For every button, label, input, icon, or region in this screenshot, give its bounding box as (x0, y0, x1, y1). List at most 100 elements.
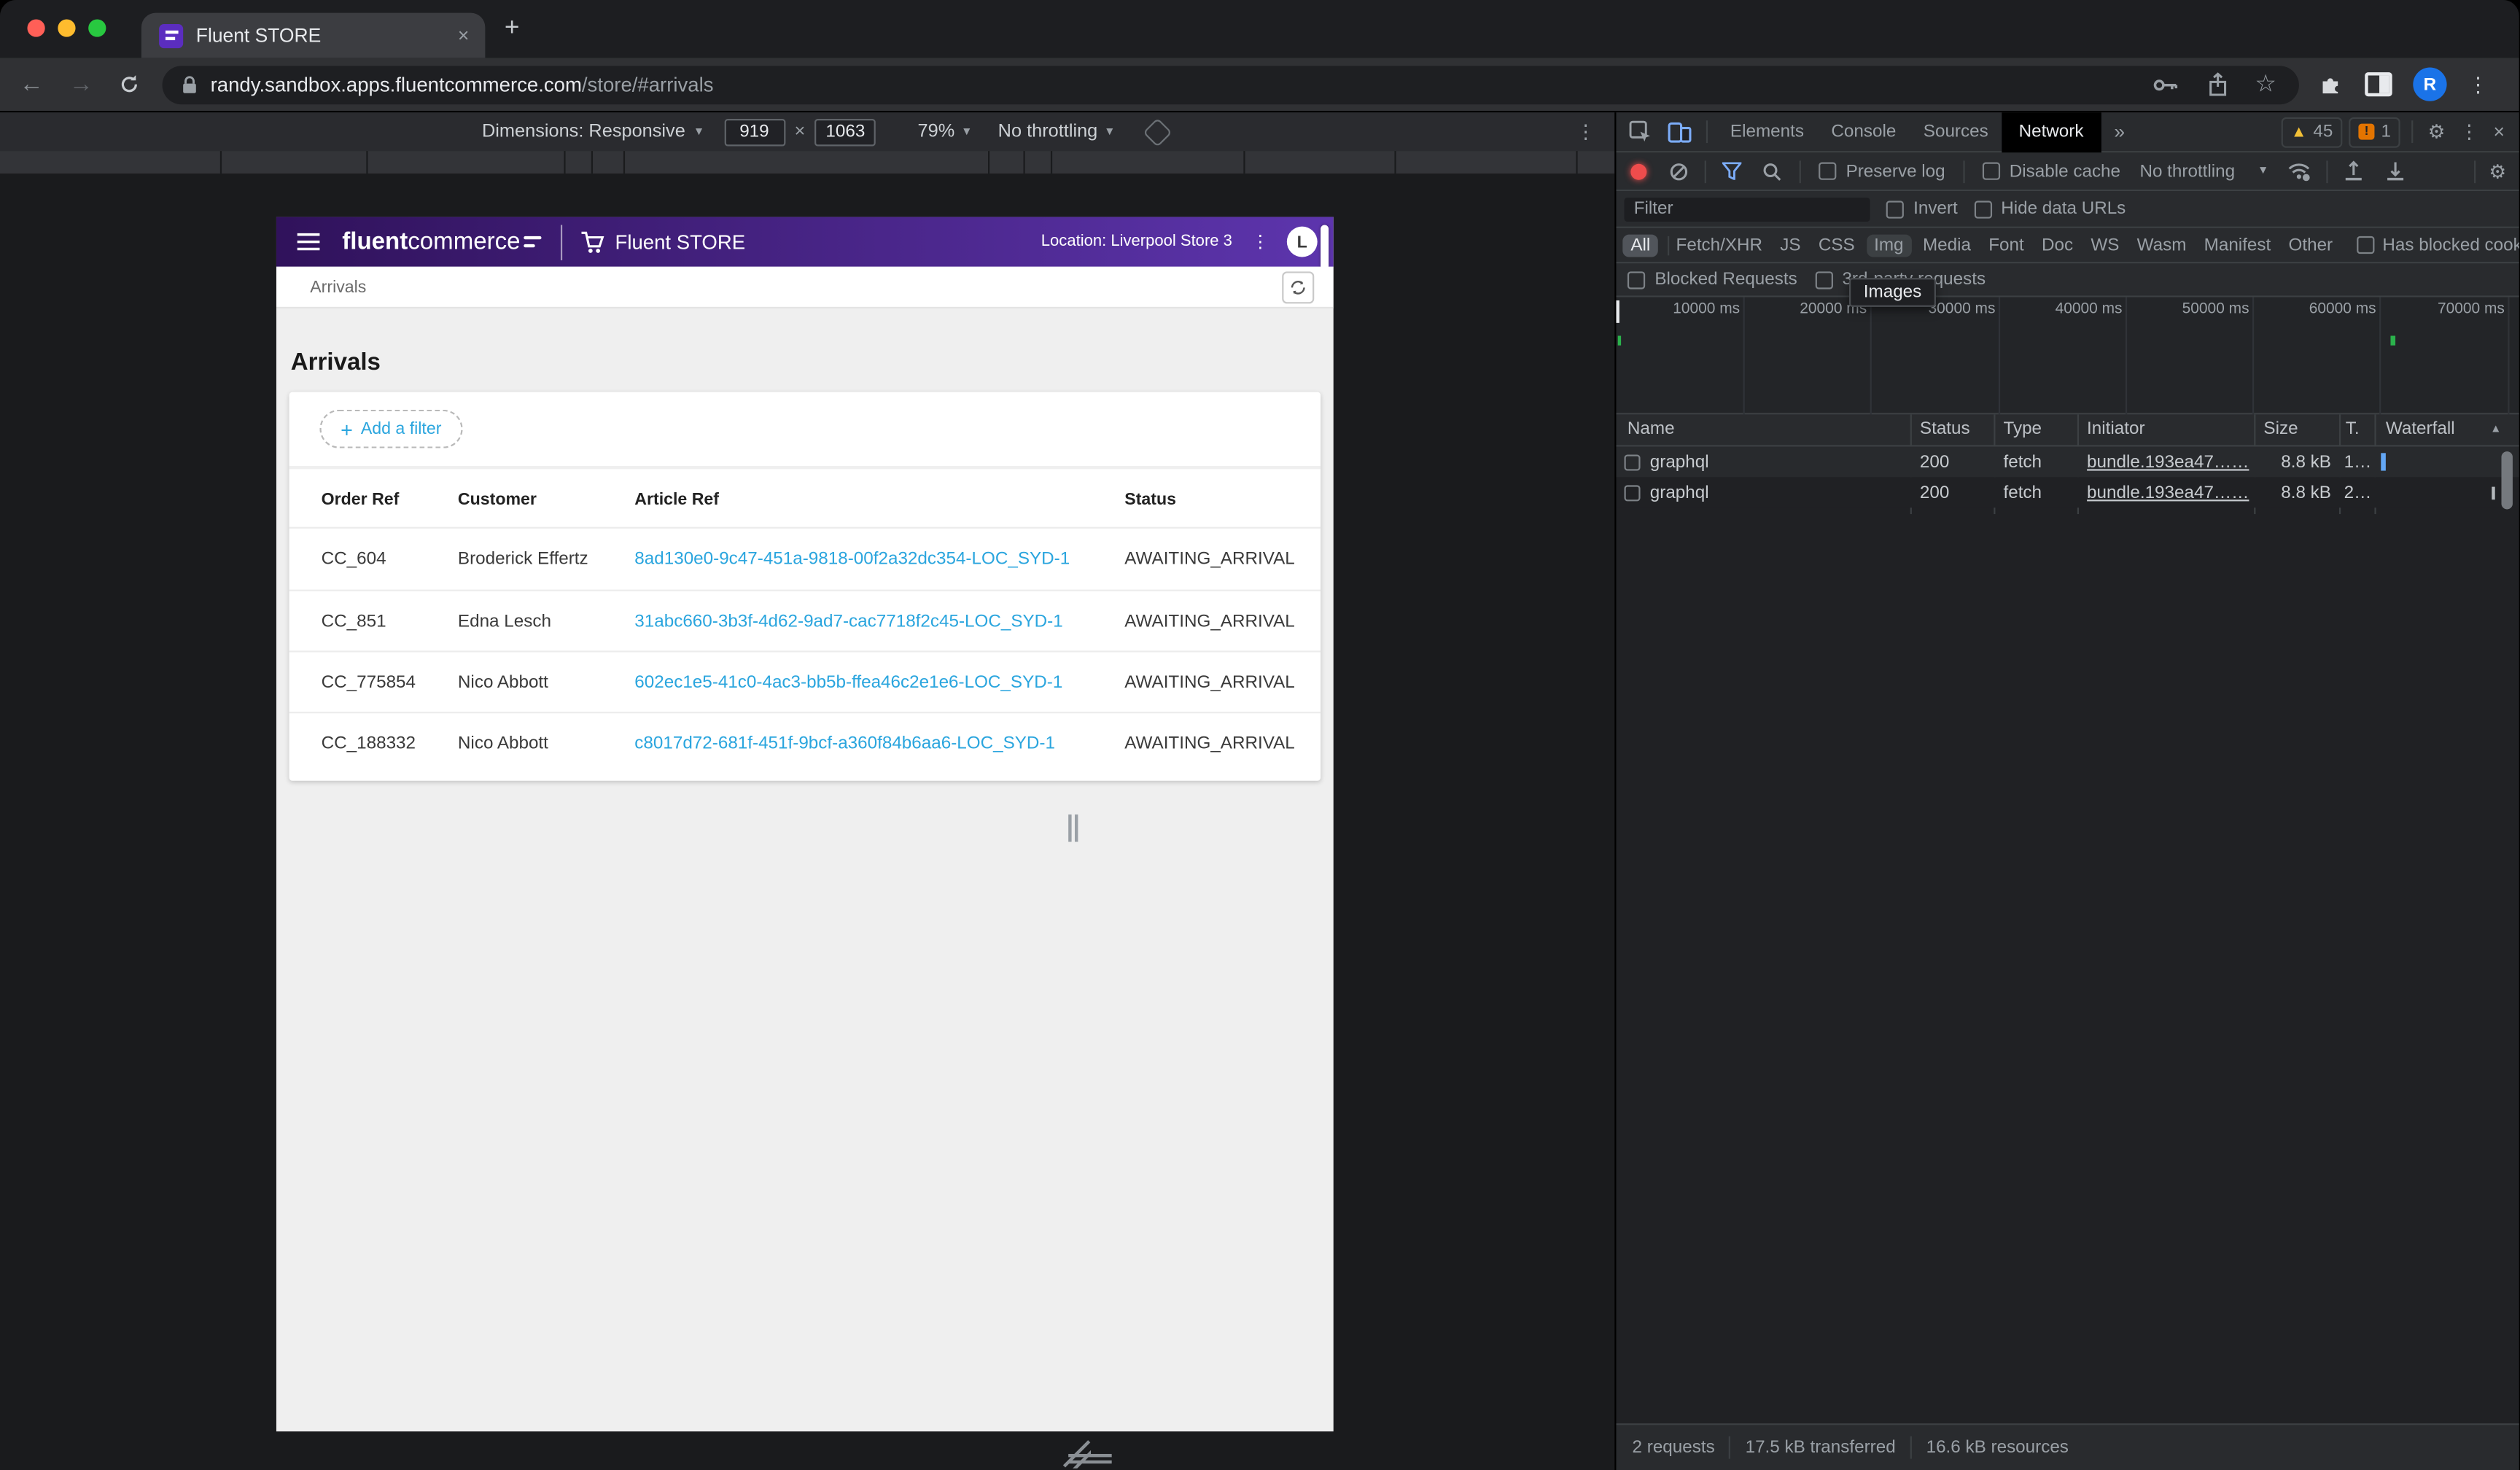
side-panel-icon[interactable] (2365, 72, 2392, 96)
minimize-window-button[interactable] (58, 19, 75, 36)
invert-label[interactable]: Invert (1913, 199, 1958, 218)
viewport-width-input[interactable]: 919 (724, 118, 785, 145)
blocked-requests-label[interactable]: Blocked Requests (1654, 270, 1797, 289)
dimensions-label[interactable]: Dimensions: Responsive (482, 122, 685, 141)
chip-media[interactable]: Media (1923, 236, 1971, 254)
profile-avatar[interactable]: R (2413, 68, 2446, 101)
dimensions-dropdown-icon[interactable]: ▼ (693, 126, 704, 137)
col-status[interactable]: Status (1920, 419, 1970, 438)
network-request-row[interactable]: graphql 200 fetch bundle.193ea47…… 8.8 k… (1616, 477, 2519, 508)
page-scrollbar-thumb[interactable] (1321, 225, 1329, 270)
table-row[interactable]: CC_188332 Nico Abbott c8017d72-681f-451f… (289, 713, 1321, 774)
export-har-icon[interactable] (2386, 160, 2405, 182)
article-ref-link[interactable]: c8017d72-681f-451f-9bcf-a360f84b6aa6-LOC… (634, 734, 1055, 753)
chip-wasm[interactable]: Wasm (2137, 236, 2187, 254)
article-ref-link[interactable]: 31abc660-3b3f-4d62-9ad7-cac7718f2c45-LOC… (634, 612, 1062, 631)
disable-cache-label[interactable]: Disable cache (2010, 161, 2120, 180)
chip-doc[interactable]: Doc (2042, 236, 2073, 254)
warnings-badge[interactable]: ▲45 (2282, 117, 2343, 147)
request-checkbox[interactable] (1625, 454, 1641, 470)
chip-all[interactable]: All (1622, 234, 1658, 257)
hide-data-urls-label[interactable]: Hide data URLs (2001, 199, 2126, 218)
issues-badge[interactable]: !1 (2349, 117, 2400, 147)
inspect-element-icon[interactable] (1629, 120, 1652, 143)
preserve-log-checkbox[interactable] (1819, 163, 1836, 180)
zoom-select[interactable]: 79% (918, 122, 955, 141)
lock-icon[interactable] (182, 74, 198, 93)
refresh-button[interactable] (1282, 271, 1314, 303)
tab-network[interactable]: Network (2001, 112, 2101, 152)
devtools-close-icon[interactable]: × (2493, 120, 2504, 143)
chip-manifest[interactable]: Manifest (2204, 236, 2271, 254)
device-toolbar-toggle-icon[interactable] (1668, 120, 1692, 143)
col-size[interactable]: Size (2263, 419, 2298, 438)
new-tab-icon[interactable]: + (505, 21, 520, 37)
has-blocked-cookies-checkbox[interactable] (2357, 236, 2374, 254)
chip-font[interactable]: Font (1988, 236, 2024, 254)
request-initiator-link[interactable]: bundle.193ea47…… (2087, 483, 2251, 502)
tab-sources[interactable]: Sources (1924, 122, 1988, 141)
rotate-viewport-icon[interactable] (1143, 117, 1173, 147)
col-waterfall[interactable]: Waterfall (2386, 419, 2455, 438)
more-tabs-icon[interactable]: » (2114, 120, 2125, 143)
disable-cache-checkbox[interactable] (1982, 163, 1999, 180)
user-avatar[interactable]: L (1287, 227, 1318, 257)
throttling-dropdown[interactable]: No throttling (2139, 161, 2235, 180)
device-toolbar-menu-icon[interactable]: ⋮ (1576, 120, 1595, 143)
filter-input[interactable]: Filter (1625, 197, 1870, 221)
tab-close-icon[interactable]: × (458, 24, 469, 47)
chrome-menu-icon[interactable]: ⋮ (2468, 71, 2489, 97)
import-har-icon[interactable] (2344, 160, 2363, 182)
request-initiator-link[interactable]: bundle.193ea47…… (2087, 452, 2251, 471)
clear-network-log-icon[interactable] (1669, 161, 1688, 180)
viewport-resize-handle-corner[interactable] (1062, 1439, 1091, 1469)
article-ref-link[interactable]: 602ec1e5-41c0-4ac3-bb5b-ffea46c2e1e6-LOC… (634, 673, 1062, 692)
tab-console[interactable]: Console (1831, 122, 1896, 141)
add-filter-button[interactable]: + Add a filter (319, 410, 462, 448)
zoom-dropdown-icon[interactable]: ▼ (961, 126, 972, 137)
throttling-select[interactable]: No throttling (998, 122, 1098, 141)
header-kebab-icon[interactable]: ⋮ (1251, 231, 1269, 252)
breadcrumb[interactable]: Arrivals (310, 277, 366, 296)
share-icon[interactable] (2206, 72, 2228, 96)
chip-ws[interactable]: WS (2091, 236, 2119, 254)
bookmark-star-icon[interactable]: ☆ (2255, 77, 2276, 93)
third-party-checkbox[interactable] (1815, 271, 1832, 288)
invert-checkbox[interactable] (1886, 200, 1904, 217)
col-type[interactable]: Type (2003, 419, 2042, 438)
close-window-button[interactable] (27, 19, 44, 36)
devtools-scrollbar-thumb[interactable] (2502, 451, 2513, 509)
sort-asc-icon[interactable]: ▲ (2490, 424, 2501, 435)
password-key-icon[interactable] (2152, 77, 2177, 93)
chip-other[interactable]: Other (2289, 236, 2333, 254)
table-row[interactable]: CC_775854 Nico Abbott 602ec1e5-41c0-4ac3… (289, 653, 1321, 714)
record-network-log-icon[interactable] (1630, 163, 1646, 179)
zoom-window-button[interactable] (88, 19, 106, 36)
chip-img[interactable]: Img (1866, 234, 1911, 257)
viewport-height-input[interactable]: 1063 (815, 118, 876, 145)
hide-data-urls-checkbox[interactable] (1974, 200, 1991, 217)
col-initiator[interactable]: Initiator (2087, 419, 2144, 438)
throttling-caret-icon[interactable]: ▼ (2258, 166, 2268, 176)
blocked-requests-checkbox[interactable] (1628, 271, 1645, 288)
throttling-dropdown-icon[interactable]: ▼ (1104, 126, 1115, 137)
hamburger-menu-icon[interactable] (298, 233, 320, 250)
has-blocked-cookies-label[interactable]: Has blocked cookies (2382, 236, 2519, 254)
tab-elements[interactable]: Elements (1730, 122, 1804, 141)
forward-icon[interactable]: → (69, 71, 93, 98)
devtools-settings-icon[interactable]: ⚙ (2428, 120, 2446, 143)
col-time[interactable]: T. (2346, 419, 2360, 438)
table-row[interactable]: CC_851 Edna Lesch 31abc660-3b3f-4d62-9ad… (289, 591, 1321, 653)
table-row[interactable]: CC_604 Broderick Effertz 8ad130e0-9c47-4… (289, 529, 1321, 590)
back-icon[interactable]: ← (19, 71, 43, 98)
chip-fetch-xhr[interactable]: Fetch/XHR (1676, 236, 1763, 254)
chip-css[interactable]: CSS (1819, 236, 1855, 254)
network-conditions-icon[interactable] (2288, 161, 2311, 180)
search-icon[interactable] (1762, 161, 1781, 180)
viewport-resize-handle-right[interactable] (1068, 814, 1079, 841)
article-ref-link[interactable]: 8ad130e0-9c47-451a-9818-00f2a32dc354-LOC… (634, 550, 1070, 569)
address-bar[interactable]: randy.sandbox.apps.fluentcommerce.com/st… (163, 65, 2299, 104)
chip-js[interactable]: JS (1780, 236, 1800, 254)
network-settings-gear-icon[interactable]: ⚙ (2489, 160, 2506, 182)
filter-icon[interactable] (1722, 163, 1741, 180)
